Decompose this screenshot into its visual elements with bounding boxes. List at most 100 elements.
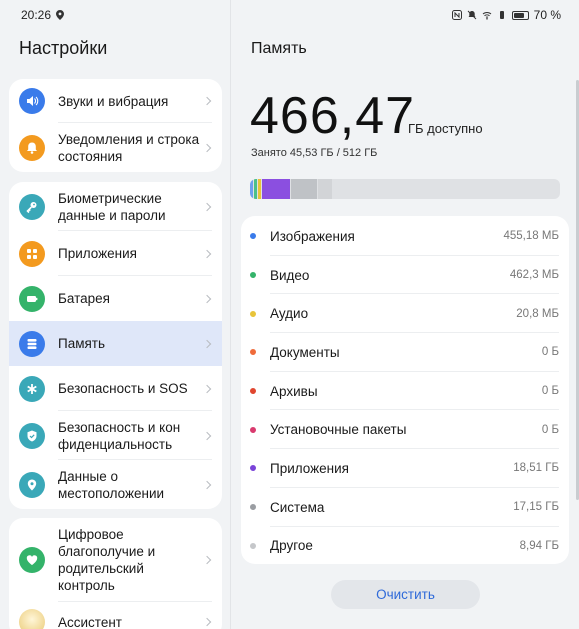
- wifi-icon: [482, 12, 491, 20]
- storage-bar-segment: [254, 179, 257, 199]
- key-icon: [19, 193, 45, 220]
- category-name: Система: [270, 499, 325, 515]
- sidebar-item-sound[interactable]: Звуки и вибрация: [9, 79, 222, 123]
- nfc-icon: [451, 10, 462, 20]
- category-name: Видео: [270, 267, 310, 283]
- settings-title: Настройки: [19, 38, 108, 58]
- category-size: 17,15 ГБ: [513, 501, 559, 514]
- vibrate-icon: [499, 11, 504, 19]
- storage-category-row[interactable]: Приложения 18,51 ГБ: [241, 449, 569, 488]
- heart-icon: [19, 547, 45, 573]
- clean-up-button[interactable]: Очистить: [331, 580, 480, 609]
- storage-bar-segment: [318, 179, 332, 199]
- page-title: Память: [251, 40, 307, 57]
- sidebar-item-label: Память: [58, 336, 106, 351]
- category-name: Установочные пакеты: [270, 422, 407, 438]
- storage-category-row[interactable]: Архивы 0 Б: [241, 372, 569, 411]
- category-color-dot: [250, 310, 256, 317]
- storage-category-row[interactable]: Изображения 455,18 МБ: [241, 217, 569, 256]
- chevron-right-icon: [202, 555, 212, 565]
- shield-icon: [19, 422, 45, 449]
- settings-card-3: Цифровое благополучие и родительский кон…: [9, 518, 222, 629]
- category-size: 20,8 МБ: [516, 307, 559, 320]
- settings-pane: 20:26 Настройки Звуки и вибрация Уведомл…: [0, 0, 231, 629]
- chevron-right-icon: [202, 431, 212, 440]
- used-storage-text: Занято 45,53 ГБ / 512 ГБ: [251, 147, 378, 159]
- chevron-right-icon: [202, 143, 212, 152]
- sidebar-item-security-sos[interactable]: Безопасность и SOS: [9, 366, 222, 411]
- category-size: 8,94 ГБ: [519, 539, 559, 552]
- sidebar-item-label: Батарея: [58, 291, 110, 306]
- storage-category-row[interactable]: Видео 462,3 МБ: [241, 256, 569, 295]
- sidebar-item-label: Цифровое благополучие и родительский кон…: [58, 527, 156, 593]
- category-size: 0 Б: [541, 423, 559, 436]
- category-color-dot: [250, 504, 256, 511]
- category-name: Изображения: [270, 228, 355, 244]
- chevron-right-icon: [202, 249, 212, 258]
- battery-icon: [19, 285, 45, 312]
- chevron-right-icon: [202, 384, 212, 393]
- category-color-dot: [250, 426, 256, 433]
- sidebar-item-label: Биометрические данные и пароли: [58, 190, 166, 223]
- category-size: 455,18 МБ: [503, 230, 560, 243]
- sidebar-item-location[interactable]: Данные о местоположении: [9, 460, 222, 509]
- sidebar-item-privacy[interactable]: Безопасность и кон фиденциальность: [9, 411, 222, 460]
- chevron-right-icon: [202, 294, 212, 303]
- storage-bar-segment: [291, 179, 317, 199]
- storage-category-row[interactable]: Документы 0 Б: [241, 333, 569, 372]
- sidebar-item-label: Звуки и вибрация: [58, 93, 169, 109]
- clock: 20:26: [21, 8, 52, 22]
- category-size: 0 Б: [541, 385, 559, 398]
- sidebar-item-label: Приложения: [58, 246, 137, 261]
- chevron-right-icon: [202, 202, 212, 211]
- bell-icon: [19, 134, 45, 161]
- storage-category-row[interactable]: Аудио 20,8 МБ: [241, 294, 569, 334]
- battery-status-icon: [511, 10, 529, 20]
- category-color-dot: [250, 388, 256, 395]
- location-status-icon: [56, 10, 65, 20]
- available-value: 466,47: [250, 87, 416, 145]
- storage-icon: [19, 330, 45, 357]
- chevron-right-icon: [202, 480, 212, 489]
- category-color-dot: [250, 465, 256, 472]
- chevron-right-icon: [202, 617, 212, 627]
- category-size: 462,3 МБ: [509, 269, 559, 282]
- chevron-right-icon: [202, 96, 212, 106]
- sidebar-item-label: Данные о местоположении: [58, 468, 165, 501]
- storage-category-row[interactable]: Установочные пакеты 0 Б: [241, 410, 569, 450]
- category-name: Архивы: [270, 383, 318, 399]
- sidebar-item-battery[interactable]: Батарея: [9, 276, 222, 321]
- sidebar-item-label: Уведомления и строка состояния: [58, 131, 200, 164]
- sidebar-item-label: Безопасность и SOS: [58, 381, 188, 396]
- storage-category-row[interactable]: Другое 8,94 ГБ: [241, 527, 569, 566]
- storage-bar-segment: [258, 179, 261, 199]
- sidebar-item-label: Ассистент: [58, 614, 122, 629]
- category-size: 0 Б: [541, 346, 559, 359]
- category-color-dot: [250, 233, 256, 240]
- assistant-icon: [19, 609, 45, 629]
- category-size: 18,51 ГБ: [513, 462, 559, 475]
- settings-card-2: Биометрические данные и пароли Приложени…: [9, 182, 222, 509]
- mute-icon: [467, 10, 476, 20]
- apps-icon: [19, 240, 45, 267]
- sidebar-item-notifications[interactable]: Уведомления и строка состояния: [9, 123, 222, 172]
- sidebar-item-digital-wellbeing[interactable]: Цифровое благополучие и родительский кон…: [9, 518, 222, 602]
- asterisk-icon: [19, 375, 45, 402]
- sidebar-item-assistant[interactable]: Ассистент: [9, 602, 222, 629]
- settings-card-1: Звуки и вибрация Уведомления и строка со…: [9, 79, 222, 172]
- category-color-dot: [250, 542, 256, 549]
- sidebar-item-label: Безопасность и кон фиденциальность: [58, 419, 181, 452]
- battery-percent: 70 %: [533, 8, 561, 22]
- storage-usage-bar: [250, 179, 560, 199]
- category-name: Приложения: [270, 460, 349, 476]
- category-name: Документы: [270, 344, 340, 360]
- speaker-icon: [19, 88, 45, 114]
- sidebar-item-apps[interactable]: Приложения: [9, 231, 222, 276]
- category-color-dot: [250, 349, 256, 356]
- category-name: Другое: [270, 538, 313, 554]
- storage-category-row[interactable]: Система 17,15 ГБ: [241, 488, 569, 527]
- sidebar-item-biometrics[interactable]: Биометрические данные и пароли: [9, 182, 222, 231]
- location-icon: [19, 471, 45, 498]
- sidebar-item-storage[interactable]: Память: [9, 321, 222, 366]
- status-bar-right: 70 %: [451, 8, 561, 22]
